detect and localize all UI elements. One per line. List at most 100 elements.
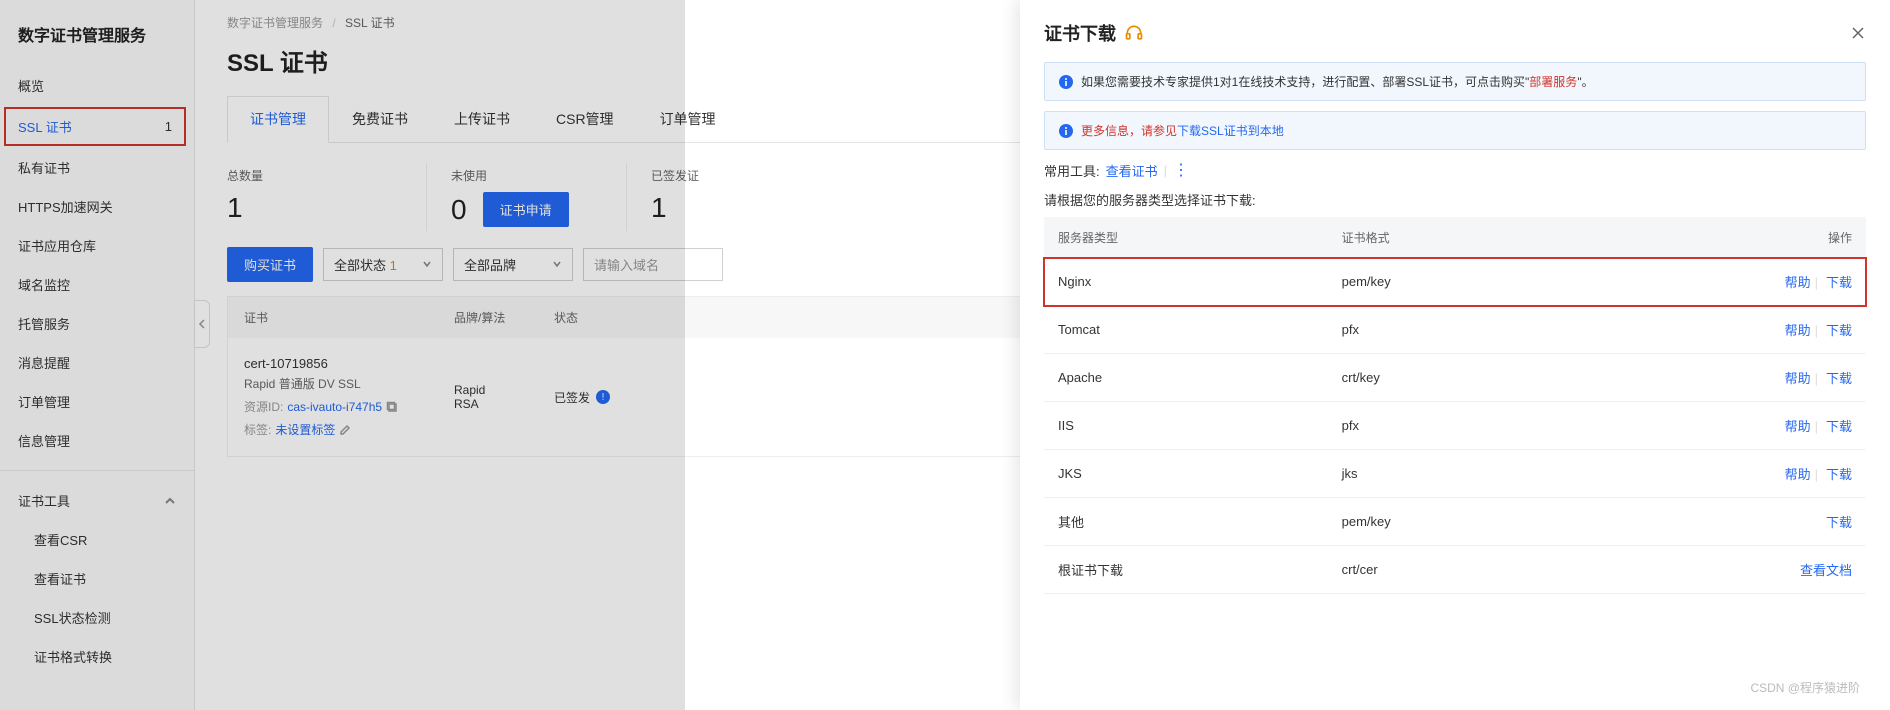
sidebar-item-info[interactable]: 信息管理: [0, 421, 194, 460]
chevron-up-icon: [164, 495, 176, 507]
server-type: Tomcat: [1044, 306, 1328, 354]
download-doc-link[interactable]: 下载SSL证书到本地: [1177, 124, 1284, 138]
resource-label: 资源ID:: [244, 398, 283, 415]
sidebar-collapse-button[interactable]: [194, 300, 210, 348]
status-select[interactable]: 全部状态 1: [323, 248, 443, 281]
select-label: 全部品牌: [464, 255, 516, 274]
apply-cert-button[interactable]: 证书申请: [483, 192, 569, 227]
help-link[interactable]: 帮助: [1785, 371, 1811, 386]
sidebar-item-orders[interactable]: 订单管理: [0, 382, 194, 421]
sidebar-item-hosting[interactable]: 托管服务: [0, 304, 194, 343]
more-icon[interactable]: ⋮: [1173, 160, 1191, 180]
drawer-header: 证书下载: [1020, 0, 1890, 62]
sidebar-item-notifications[interactable]: 消息提醒: [0, 343, 194, 382]
stat-total: 总数量 1: [227, 163, 427, 231]
tab-label: 上传证书: [454, 111, 510, 127]
cert-format: jks: [1328, 450, 1563, 498]
search-input[interactable]: 请输入域名: [583, 248, 723, 281]
col-ops: 操作: [1563, 217, 1866, 258]
sidebar-item-https-gateway[interactable]: HTTPS加速网关: [0, 187, 194, 226]
sidebar-item-domain-monitor[interactable]: 域名监控: [0, 265, 194, 304]
server-type: Nginx: [1044, 258, 1328, 306]
breadcrumb-root[interactable]: 数字证书管理服务: [227, 16, 323, 30]
help-link[interactable]: 帮助: [1785, 467, 1811, 482]
col-brand: 品牌/算法: [454, 309, 554, 326]
sidebar-item-overview[interactable]: 概览: [0, 66, 194, 105]
sidebar-group-tools[interactable]: 证书工具: [0, 481, 194, 520]
server-type: 其他: [1044, 498, 1328, 546]
stat-issued: 已签发证 1: [627, 163, 827, 231]
help-link[interactable]: 帮助: [1785, 275, 1811, 290]
info-icon: [1059, 124, 1073, 138]
sidebar-item-label: 订单管理: [18, 392, 70, 411]
sidebar-item-label: 信息管理: [18, 431, 70, 450]
sidebar-item-cert-repo[interactable]: 证书应用仓库: [0, 226, 194, 265]
download-link[interactable]: 下载: [1826, 371, 1852, 386]
row-ops: 帮助|下载: [1563, 258, 1866, 306]
help-link[interactable]: 帮助: [1785, 323, 1811, 338]
download-link[interactable]: 下载: [1826, 515, 1852, 530]
copy-icon[interactable]: [386, 401, 398, 413]
sidebar-tool-view-cert[interactable]: 查看证书: [0, 559, 194, 598]
tool-row: 常用工具: 查看证书 | ⋮: [1044, 160, 1866, 180]
sidebar-tool-csr[interactable]: 查看CSR: [0, 520, 194, 559]
sidebar-item-label: SSL 证书: [18, 117, 72, 136]
cert-format: crt/cer: [1328, 546, 1563, 594]
sidebar-item-private[interactable]: 私有证书: [0, 148, 194, 187]
table-row: Tomcatpfx帮助|下载: [1044, 306, 1866, 354]
row-ops: 帮助|下载: [1563, 402, 1866, 450]
table-row: JKSjks帮助|下载: [1044, 450, 1866, 498]
info-banner-1: 如果您需要技术专家提供1对1在线技术支持，进行配置、部署SSL证书，可点击购买"…: [1044, 62, 1866, 101]
table-row: 根证书下载crt/cer 查看文档: [1044, 546, 1866, 594]
status-count: 1: [390, 258, 397, 273]
col-cert: 证书: [244, 309, 454, 326]
brand-select[interactable]: 全部品牌: [453, 248, 573, 281]
tag-value: 未设置标签: [275, 421, 335, 438]
col-status: 状态: [554, 309, 654, 326]
deploy-service-link[interactable]: 部署服务: [1529, 75, 1577, 89]
tab-cert-mgmt[interactable]: 证书管理: [227, 96, 329, 143]
col-cert-format: 证书格式: [1328, 217, 1563, 258]
download-link[interactable]: 下载: [1826, 275, 1852, 290]
info-icon[interactable]: !: [596, 390, 610, 404]
cert-format: pem/key: [1328, 258, 1563, 306]
info-icon: [1059, 75, 1073, 89]
cert-name: cert-10719856: [244, 356, 454, 371]
sidebar: 数字证书管理服务 概览 SSL 证书 1 私有证书 HTTPS加速网关 证书应用…: [0, 0, 195, 710]
tag-label: 标签:: [244, 421, 271, 438]
tab-free-cert[interactable]: 免费证书: [329, 96, 431, 142]
tab-upload-cert[interactable]: 上传证书: [431, 96, 533, 142]
tab-csr-mgmt[interactable]: CSR管理: [533, 96, 637, 142]
sidebar-item-label: 私有证书: [18, 158, 70, 177]
edit-icon[interactable]: [339, 424, 351, 436]
view-cert-link[interactable]: 查看证书: [1106, 161, 1158, 180]
download-link[interactable]: 下载: [1826, 419, 1852, 434]
banner-text: 更多信息，请参见下载SSL证书到本地: [1081, 122, 1284, 139]
tab-label: CSR管理: [556, 111, 614, 127]
drawer-title: 证书下载: [1044, 20, 1116, 46]
sidebar-tool-convert[interactable]: 证书格式转换: [0, 637, 194, 676]
download-link[interactable]: 下载: [1826, 467, 1852, 482]
stat-label: 已签发证: [651, 167, 803, 184]
sidebar-title: 数字证书管理服务: [0, 0, 194, 66]
buy-cert-button[interactable]: 购买证书: [227, 247, 313, 282]
stat-unused: 未使用 0 证书申请: [427, 163, 627, 231]
banner-text: 如果您需要技术专家提供1对1在线技术支持，进行配置、部署SSL证书，可点击购买"…: [1081, 73, 1594, 90]
tab-order-mgmt[interactable]: 订单管理: [637, 96, 739, 142]
sidebar-item-ssl[interactable]: SSL 证书 1: [4, 107, 186, 146]
cert-format: pfx: [1328, 402, 1563, 450]
download-link[interactable]: 下载: [1826, 323, 1852, 338]
close-icon[interactable]: [1850, 25, 1866, 41]
view-doc-link[interactable]: 查看文档: [1800, 563, 1852, 578]
cert-desc: Rapid 普通版 DV SSL: [244, 375, 454, 392]
sidebar-item-label: HTTPS加速网关: [18, 197, 113, 216]
sidebar-item-label: 消息提醒: [18, 353, 70, 372]
download-drawer: 证书下载 如果您需要技术专家提供1对1在线技术支持，进行配置、部署SSL证书，可…: [1020, 0, 1890, 710]
help-link[interactable]: 帮助: [1785, 419, 1811, 434]
stat-value: 0: [451, 194, 467, 226]
server-type: Apache: [1044, 354, 1328, 402]
sidebar-item-label: 查看证书: [34, 572, 86, 587]
sidebar-tool-ssl-status[interactable]: SSL状态检测: [0, 598, 194, 637]
headset-icon[interactable]: [1124, 23, 1144, 43]
server-type: 根证书下载: [1044, 546, 1328, 594]
